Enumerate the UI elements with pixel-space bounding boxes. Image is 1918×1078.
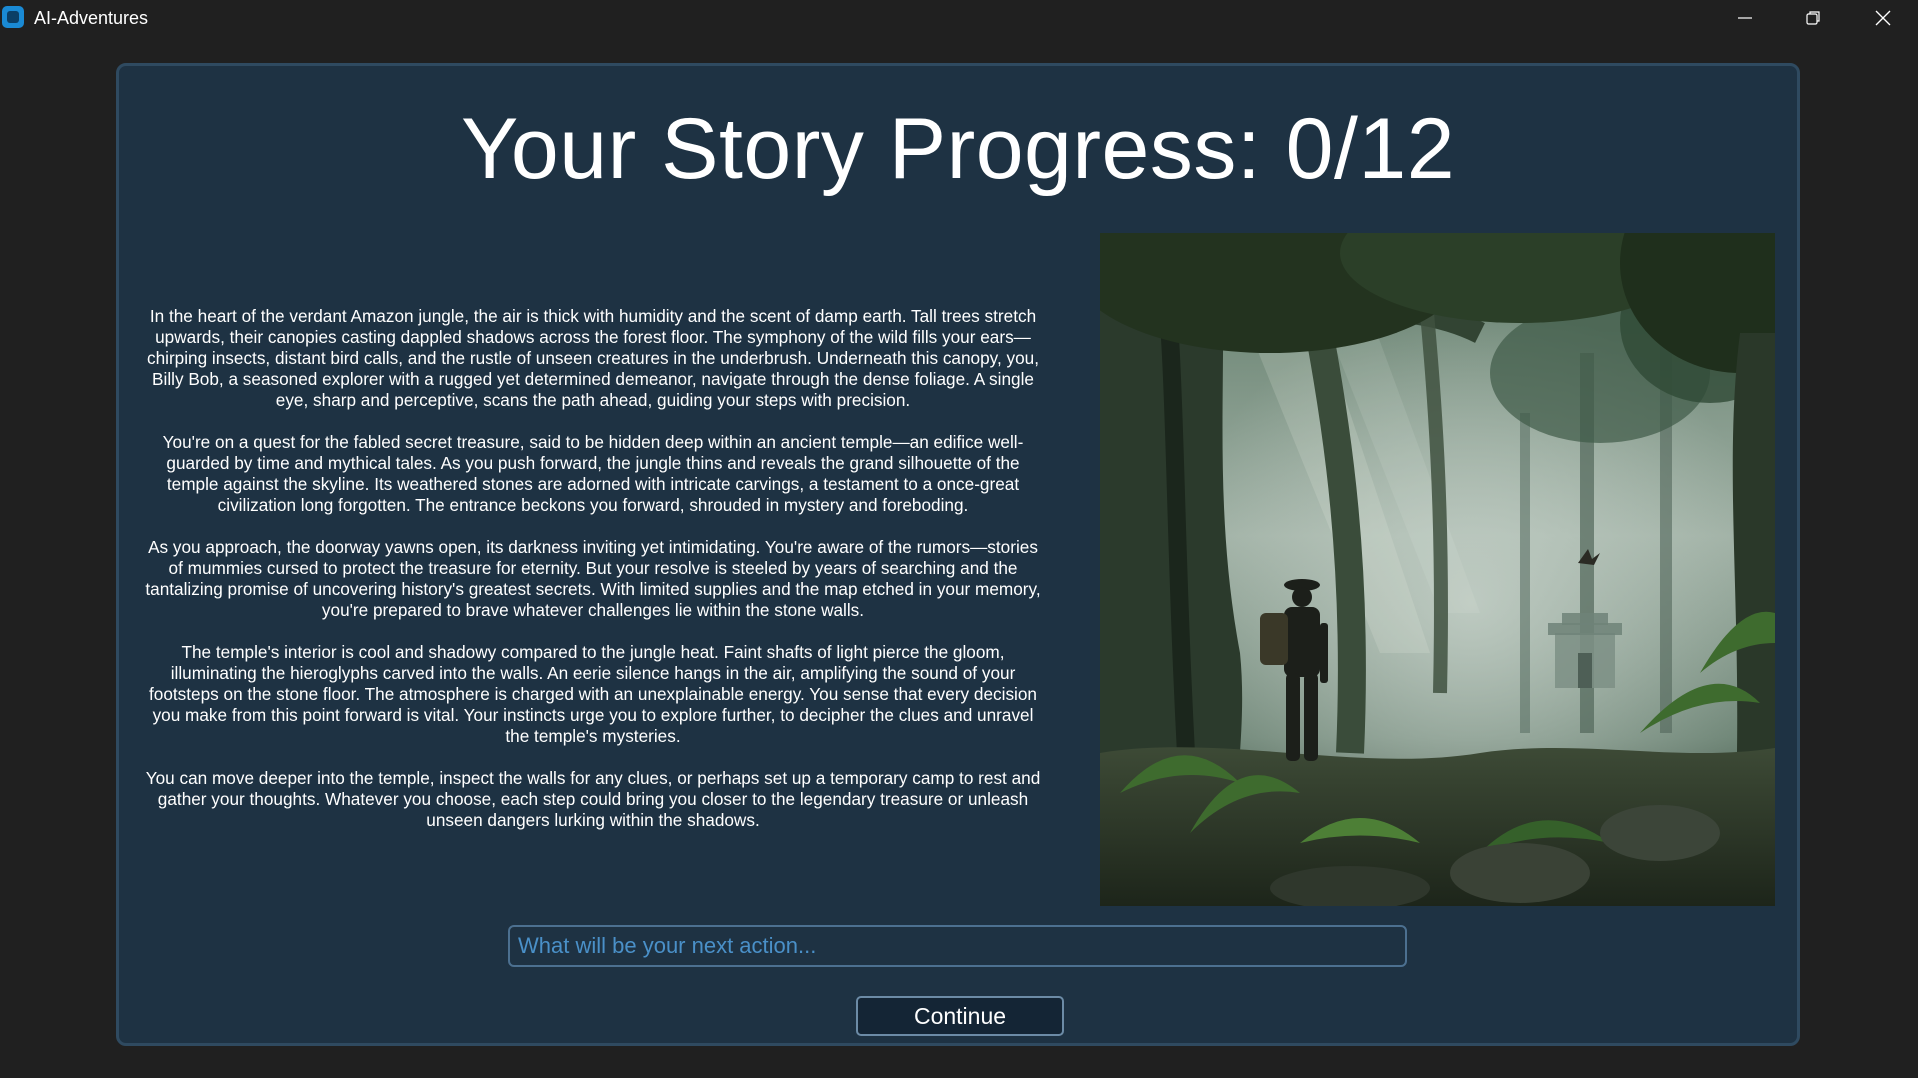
close-icon	[1875, 10, 1891, 26]
minimize-button[interactable]	[1710, 0, 1780, 36]
restore-icon	[1806, 11, 1820, 25]
app-icon	[2, 6, 24, 28]
story-paragraph: The temple's interior is cool and shadow…	[149, 642, 1037, 746]
story-panel: Your Story Progress: 0/12 In the heart o…	[116, 63, 1800, 1046]
title-bar: AI-Adventures	[0, 0, 1918, 36]
story-text: In the heart of the verdant Amazon jungl…	[143, 306, 1043, 852]
story-paragraph: You're on a quest for the fabled secret …	[162, 432, 1024, 515]
minimize-icon	[1738, 17, 1752, 19]
close-button[interactable]	[1848, 0, 1918, 36]
story-paragraph: You can move deeper into the temple, ins…	[145, 768, 1041, 830]
next-action-input[interactable]	[508, 925, 1407, 967]
scene-image	[1100, 233, 1775, 906]
story-paragraph: In the heart of the verdant Amazon jungl…	[146, 306, 1040, 410]
restore-button[interactable]	[1778, 0, 1848, 36]
continue-button[interactable]: Continue	[856, 996, 1064, 1036]
story-progress-title: Your Story Progress: 0/12	[460, 101, 1456, 197]
window-title: AI-Adventures	[34, 8, 149, 28]
story-paragraph: As you approach, the doorway yawns open,…	[145, 537, 1041, 620]
jungle-explorer-illustration	[1100, 233, 1775, 906]
